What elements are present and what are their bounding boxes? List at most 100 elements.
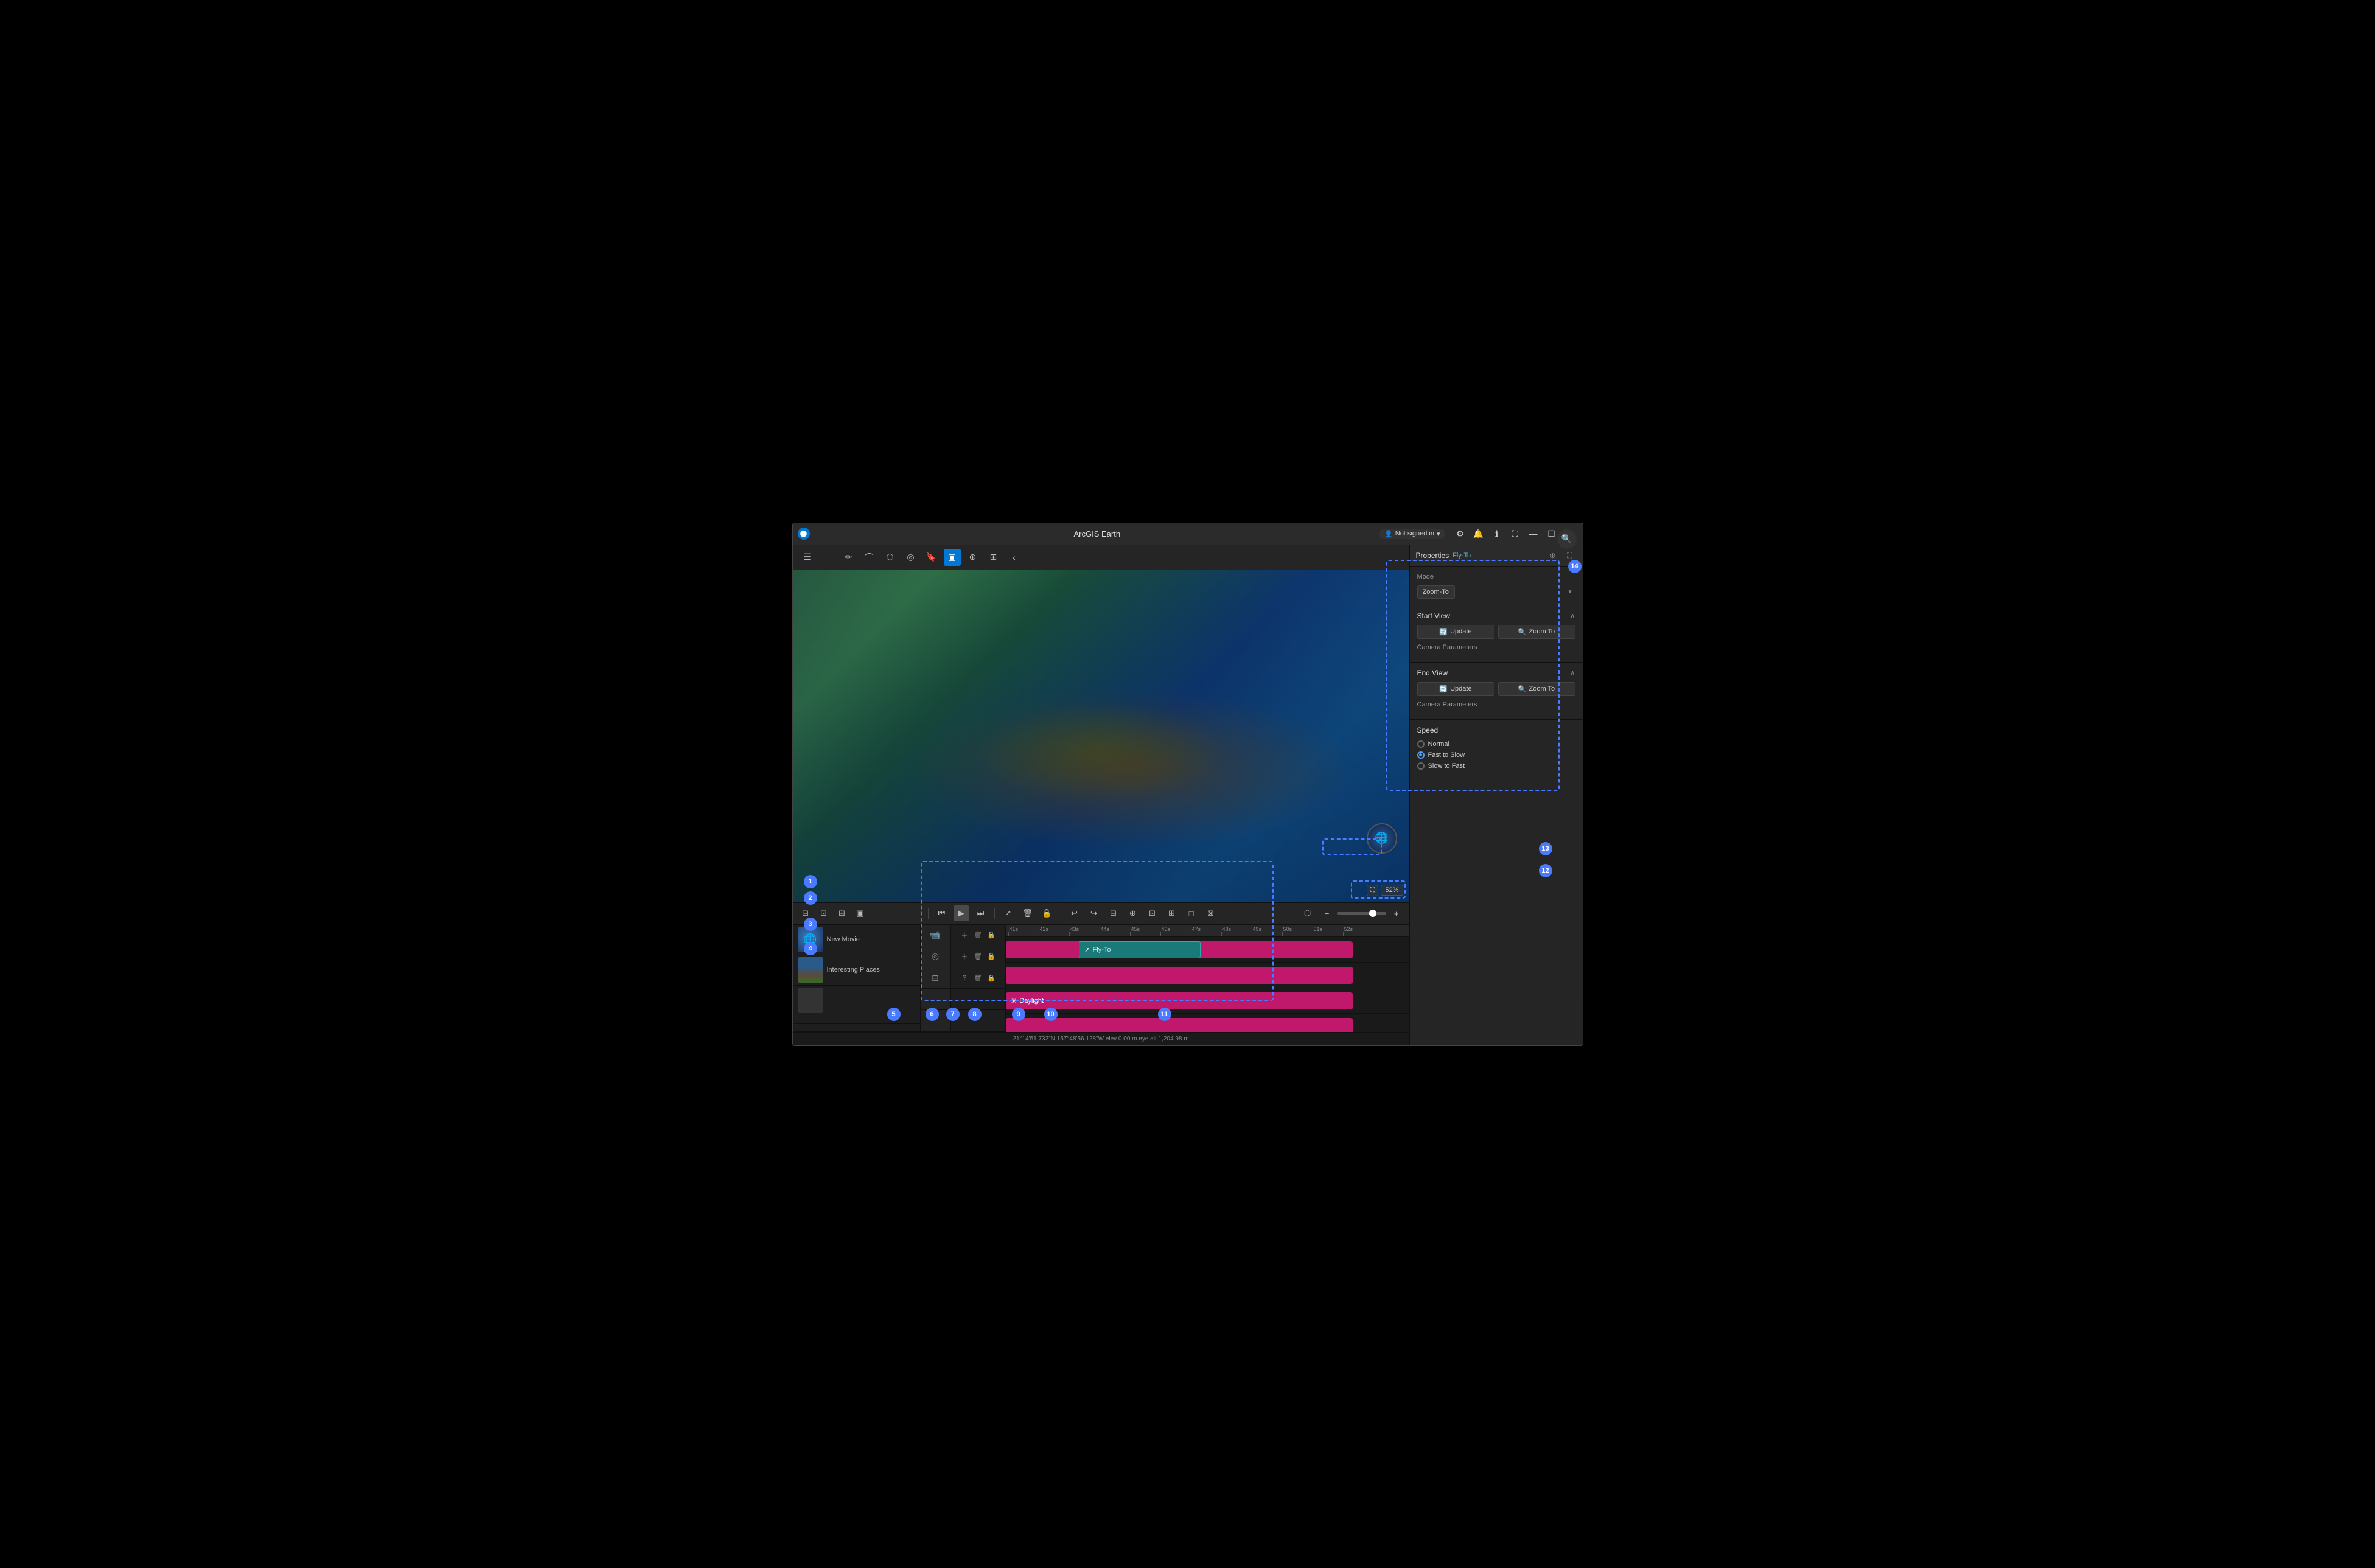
globe-grid-button[interactable]: ⊕: [964, 549, 982, 566]
minimize-button[interactable]: —: [1526, 526, 1541, 542]
share-button[interactable]: ↗: [1000, 905, 1016, 921]
fast-forward-button[interactable]: ⏭: [973, 905, 989, 921]
track-label-interesting-places: Interesting Places: [827, 966, 880, 974]
add-button[interactable]: ＋: [820, 549, 837, 566]
clip-pink-2[interactable]: [1006, 967, 1353, 984]
clip-fly-to[interactable]: ↗ Fly-To: [1079, 941, 1201, 958]
merge-button[interactable]: ⊠: [1203, 905, 1219, 921]
clone-button[interactable]: □: [1184, 905, 1199, 921]
track-icon-4: [921, 989, 950, 1010]
expand-button[interactable]: ⛶: [1507, 526, 1523, 542]
crop-button[interactable]: ⊟: [1106, 905, 1121, 921]
list-button[interactable]: ☰: [799, 549, 816, 566]
ruler-mark-48: 48s: [1221, 925, 1252, 936]
track-delete-1[interactable]: 🗑: [972, 930, 983, 941]
track-lock-1[interactable]: 🔒: [986, 930, 997, 941]
mode-select[interactable]: Zoom-To Fly-To: [1417, 585, 1455, 599]
clip-daylight[interactable]: ☀ Daylight: [1006, 992, 1353, 1009]
speed-fast-to-slow[interactable]: Fast to Slow: [1417, 751, 1575, 759]
track-delete-2[interactable]: 🗑: [972, 951, 983, 962]
track-delete-3[interactable]: 🗑: [972, 972, 983, 983]
notifications-button[interactable]: 🔔: [1471, 526, 1487, 542]
clip-row-4: [1006, 1014, 1409, 1032]
speed-fast-to-slow-label: Fast to Slow: [1428, 751, 1465, 759]
start-view-update-button[interactable]: 🔄 Update: [1417, 625, 1494, 639]
viewport-container: ☰ ＋ ✏ ⌒ ⬡ ◎ 🔖 ▣ ⊕ ⊞ ‹ 🔍 🌐: [793, 545, 1409, 1045]
settings-button[interactable]: ⚙: [1453, 526, 1468, 542]
update-icon-2: 🔄: [1439, 685, 1448, 693]
end-view-header: End View ∧: [1417, 669, 1575, 677]
start-view-buttons: 🔄 Update 🔍 Zoom To: [1417, 625, 1575, 639]
ruler-mark-42: 42s: [1039, 925, 1069, 936]
info-button[interactable]: ℹ: [1489, 526, 1505, 542]
globe-compass[interactable]: 🌐: [1367, 823, 1397, 854]
start-view-chevron[interactable]: ∧: [1570, 612, 1575, 620]
zoom-out-button[interactable]: −: [1319, 905, 1335, 921]
play-button[interactable]: ▶: [954, 905, 969, 921]
export-button[interactable]: ⬡: [1300, 905, 1316, 921]
delete-clip-button[interactable]: 🗑: [1020, 905, 1036, 921]
track-question-3[interactable]: ?: [959, 972, 970, 983]
ruler-mark-52: 52s: [1343, 925, 1373, 936]
zoom-slider[interactable]: [1337, 912, 1386, 915]
grid-button[interactable]: ⊞: [985, 549, 1002, 566]
track-untitled: [793, 986, 920, 1016]
zoom-control: − +: [1319, 905, 1404, 921]
props-speed-section: Speed Normal Fast to Slow Slow to Fast: [1410, 720, 1583, 776]
lock-clip-button[interactable]: 🔒: [1039, 905, 1055, 921]
clip-row-2: [1006, 963, 1409, 988]
end-view-chevron[interactable]: ∧: [1570, 669, 1575, 677]
track-control-3: ? 🗑 🔒: [951, 967, 1005, 989]
window-title: ArcGIS Earth: [815, 529, 1380, 538]
split-clip-button[interactable]: ⊡: [1145, 905, 1160, 921]
trim-button[interactable]: ⊞: [1164, 905, 1180, 921]
clip-pink-4[interactable]: [1006, 1018, 1353, 1032]
track-lock-3[interactable]: 🔒: [986, 972, 997, 983]
ruler-marks: 41s 42s 43s 44s 45s 46s 47s 48s 49s 50s: [1006, 925, 1376, 936]
detail-button[interactable]: ▣: [853, 905, 868, 921]
app-window: ⬤ ArcGIS Earth 👤 Not signed in ▾ ⚙ 🔔 ℹ ⛶…: [792, 523, 1583, 1046]
rewind-button[interactable]: ⏮: [934, 905, 950, 921]
main-toolbar: ☰ ＋ ✏ ⌒ ⬡ ◎ 🔖 ▣ ⊕ ⊞ ‹ 🔍: [793, 545, 1409, 570]
layers-button[interactable]: ◎: [902, 549, 919, 566]
measure-button[interactable]: ⌒: [861, 549, 878, 566]
thumbnail-button[interactable]: ⊞: [834, 905, 850, 921]
user-account[interactable]: 👤 Not signed in ▾: [1379, 529, 1445, 539]
clip-row-1: ↗ Fly-To: [1006, 937, 1409, 963]
end-view-zoom-button[interactable]: 🔍 Zoom To: [1498, 682, 1575, 696]
properties-panel: Properties Fly-To ⊕ ⛶ Mode Zoom-To Fly-T…: [1409, 545, 1583, 1045]
track-add-2[interactable]: ＋: [959, 951, 970, 962]
props-end-view-section: End View ∧ 🔄 Update 🔍 Zoom To Camera Par…: [1410, 663, 1583, 720]
redo-button[interactable]: ↪: [1086, 905, 1102, 921]
bookmark-button[interactable]: 🔖: [923, 549, 940, 566]
badge-9: 9: [1012, 1008, 1025, 1021]
terrain-overlay: [793, 570, 1409, 902]
props-mode-section: Mode Zoom-To Fly-To: [1410, 567, 1583, 605]
movie-button[interactable]: ▣: [944, 549, 961, 566]
shapes-button[interactable]: ⬡: [882, 549, 899, 566]
timeline-ruler: 41s 42s 43s 44s 45s 46s 47s 48s 49s 50s: [1006, 925, 1409, 937]
add-clip-button[interactable]: ⊕: [1125, 905, 1141, 921]
track-row-4: [793, 1016, 920, 1024]
properties-tab[interactable]: Fly-To: [1453, 552, 1471, 559]
radio-normal: [1417, 740, 1425, 748]
collapse-button[interactable]: ‹: [1006, 549, 1023, 566]
zoom-in-button[interactable]: +: [1389, 905, 1404, 921]
badge-8: 8: [968, 1008, 982, 1021]
user-label: Not signed in: [1395, 530, 1434, 537]
track-add-1[interactable]: ＋: [959, 930, 970, 941]
draw-button[interactable]: ✏: [840, 549, 857, 566]
start-view-zoom-button[interactable]: 🔍 Zoom To: [1498, 625, 1575, 639]
track-lock-2[interactable]: 🔒: [986, 951, 997, 962]
viewport-fit-button[interactable]: ⛶: [1367, 885, 1379, 896]
speed-slow-to-fast[interactable]: Slow to Fast: [1417, 762, 1575, 770]
props-dock-button[interactable]: ⊕: [1546, 549, 1560, 562]
timeline-clips-area: ↗ Fly-To ☀: [1006, 937, 1409, 1032]
split-view-button[interactable]: ⊡: [816, 905, 832, 921]
update-label-2: Update: [1450, 685, 1471, 692]
end-view-update-button[interactable]: 🔄 Update: [1417, 682, 1494, 696]
zoom-thumb: [1369, 910, 1376, 917]
title-bar: ⬤ ArcGIS Earth 👤 Not signed in ▾ ⚙ 🔔 ℹ ⛶…: [793, 523, 1583, 545]
speed-normal[interactable]: Normal: [1417, 740, 1575, 748]
undo-button[interactable]: ↩: [1067, 905, 1083, 921]
